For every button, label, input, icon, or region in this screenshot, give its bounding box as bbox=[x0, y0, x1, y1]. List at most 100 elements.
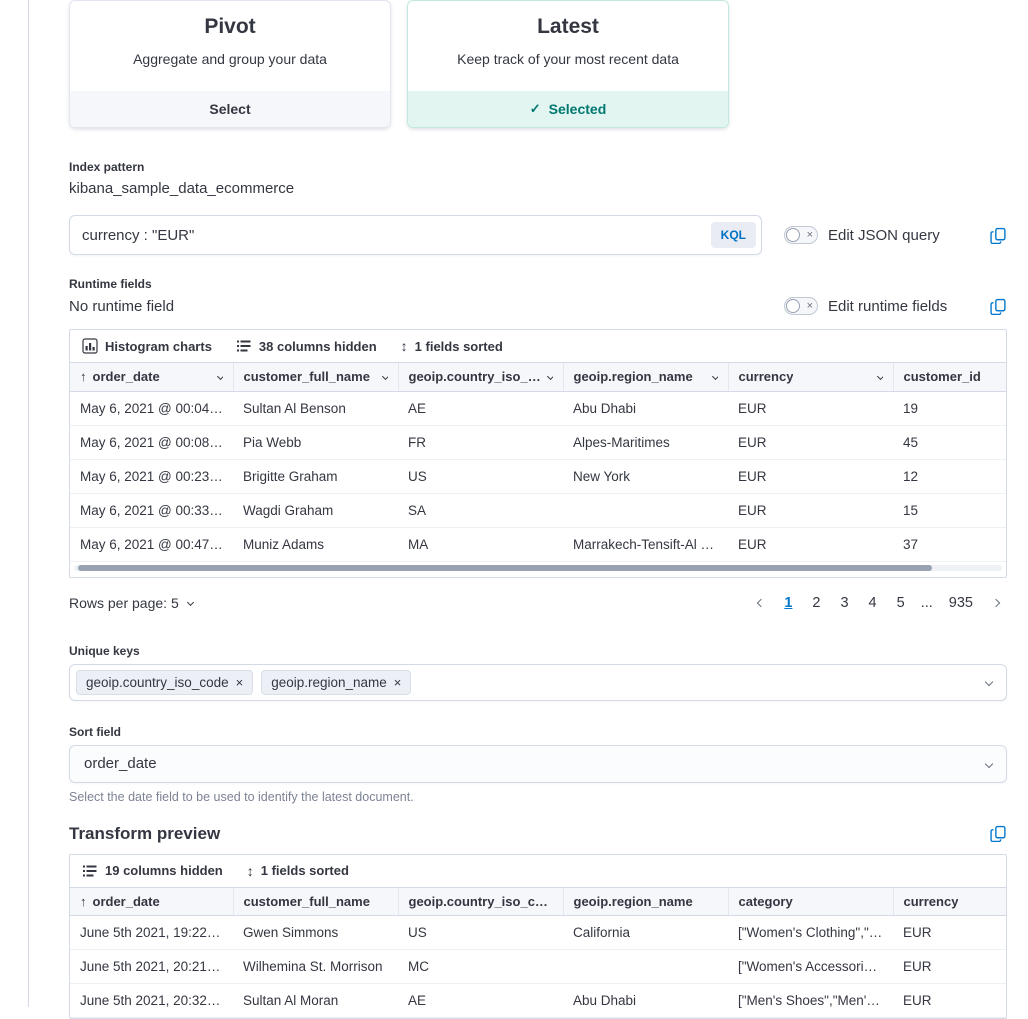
column-header-customer-id[interactable]: customer_id bbox=[893, 363, 1006, 391]
table-cell: June 5th 2021, 20:21:07 bbox=[70, 950, 233, 984]
column-menu-icon[interactable] bbox=[876, 373, 882, 380]
unique-key-pill[interactable]: geoip.country_iso_code × bbox=[76, 670, 253, 695]
toggle-off-icon: × bbox=[807, 299, 813, 313]
remove-icon[interactable]: × bbox=[394, 676, 402, 689]
table-cell: EUR bbox=[728, 527, 893, 561]
table-cell: May 6, 2021 @ 00:23:02... bbox=[70, 459, 233, 493]
column-header-order-date[interactable]: ↑order_date bbox=[70, 363, 233, 391]
pivot-card-title: Pivot bbox=[70, 15, 390, 39]
source-grid-toolbar: Histogram charts 38 columns hidden ↕ 1 f… bbox=[70, 330, 1006, 363]
histogram-charts-button[interactable]: Histogram charts bbox=[82, 338, 212, 354]
columns-hidden-button[interactable]: 38 columns hidden bbox=[236, 338, 377, 354]
source-grid-footer: Rows per page: 5 1 2 3 4 5 ... 935 bbox=[69, 592, 1007, 614]
table-cell: Marrakech-Tensift-Al Hao... bbox=[563, 527, 728, 561]
pagination-ellipsis: ... bbox=[917, 592, 937, 614]
table-cell: Wagdi Graham bbox=[233, 493, 398, 527]
page-number-2[interactable]: 2 bbox=[804, 592, 828, 614]
page-number-3[interactable]: 3 bbox=[832, 592, 856, 614]
columns-hidden-label: 19 columns hidden bbox=[105, 863, 223, 878]
sort-field-select[interactable]: order_date bbox=[69, 745, 1007, 783]
latest-selected-button[interactable]: ✓ Selected bbox=[408, 91, 728, 127]
column-menu-icon[interactable] bbox=[711, 373, 717, 380]
table-row: May 6, 2021 @ 00:33:07... Wagdi Graham S… bbox=[70, 493, 1006, 527]
sort-field-help-text: Select the date field to be used to iden… bbox=[69, 790, 1007, 804]
column-header-region-name[interactable]: geoip.region_name bbox=[563, 363, 728, 391]
copy-icon[interactable] bbox=[990, 227, 1007, 244]
column-header-region-name[interactable]: geoip.region_name bbox=[563, 888, 728, 916]
sort-field-value: order_date bbox=[84, 755, 157, 772]
edit-json-toggle-group: × Edit JSON query bbox=[784, 226, 940, 244]
column-header-order-date[interactable]: ↑order_date bbox=[70, 888, 233, 916]
columns-hidden-button[interactable]: 19 columns hidden bbox=[82, 863, 223, 879]
column-header-category[interactable]: category bbox=[728, 888, 893, 916]
scrollbar-track[interactable] bbox=[74, 565, 1002, 571]
table-cell: May 6, 2021 @ 00:47:31... bbox=[70, 527, 233, 561]
query-input[interactable]: currency : "EUR" KQL bbox=[69, 215, 762, 255]
sort-fields-icon: ↕ bbox=[247, 863, 254, 879]
histogram-icon bbox=[82, 338, 98, 354]
column-menu-icon[interactable] bbox=[216, 373, 222, 380]
sort-fields-icon: ↕ bbox=[401, 338, 408, 354]
pivot-select-label: Select bbox=[209, 101, 250, 117]
check-icon: ✓ bbox=[530, 101, 541, 117]
page-number-last[interactable]: 935 bbox=[941, 592, 981, 614]
table-row: May 6, 2021 @ 00:23:02... Brigitte Graha… bbox=[70, 459, 1006, 493]
table-cell: New York bbox=[563, 459, 728, 493]
table-cell: ["Women's Accessories","... bbox=[728, 950, 893, 984]
unique-keys-combobox[interactable]: geoip.country_iso_code × geoip.region_na… bbox=[69, 664, 1007, 701]
table-cell: 37 bbox=[893, 527, 1006, 561]
table-cell: AE bbox=[398, 391, 563, 425]
scrollbar-thumb[interactable] bbox=[78, 565, 932, 571]
column-header-customer-full-name[interactable]: customer_full_name bbox=[233, 888, 398, 916]
table-cell: Muniz Adams bbox=[233, 527, 398, 561]
table-cell: 15 bbox=[893, 493, 1006, 527]
kql-language-button[interactable]: KQL bbox=[711, 222, 756, 248]
chevron-down-icon[interactable] bbox=[985, 678, 993, 686]
column-header-currency[interactable]: currency bbox=[728, 363, 893, 391]
fields-sorted-button[interactable]: ↕ 1 fields sorted bbox=[247, 863, 349, 879]
table-cell: Gwen Simmons bbox=[233, 916, 398, 950]
table-cell: FR bbox=[398, 425, 563, 459]
table-cell: 19 bbox=[893, 391, 1006, 425]
table-row: May 6, 2021 @ 00:04:19... Sultan Al Bens… bbox=[70, 391, 1006, 425]
table-cell: May 6, 2021 @ 00:08:38... bbox=[70, 425, 233, 459]
columns-icon bbox=[82, 863, 98, 879]
column-header-country-iso-code[interactable]: geoip.country_iso_code bbox=[398, 888, 563, 916]
unique-key-pill[interactable]: geoip.region_name × bbox=[261, 670, 411, 695]
page-number-1[interactable]: 1 bbox=[776, 592, 800, 614]
remove-icon[interactable]: × bbox=[236, 676, 244, 689]
chevron-left-icon bbox=[757, 598, 765, 606]
edit-json-query-toggle[interactable]: × bbox=[784, 226, 818, 244]
table-cell: Brigitte Graham bbox=[233, 459, 398, 493]
table-cell: Pia Webb bbox=[233, 425, 398, 459]
unique-key-pill-label: geoip.region_name bbox=[271, 675, 387, 690]
page-number-5[interactable]: 5 bbox=[889, 592, 913, 614]
next-page-button[interactable] bbox=[985, 596, 1007, 610]
column-header-country-iso-code[interactable]: geoip.country_iso_co... bbox=[398, 363, 563, 391]
column-header-customer-full-name[interactable]: customer_full_name bbox=[233, 363, 398, 391]
pivot-card[interactable]: Pivot Aggregate and group your data Sele… bbox=[69, 0, 391, 128]
fields-sorted-button[interactable]: ↕ 1 fields sorted bbox=[401, 338, 503, 354]
table-row: June 5th 2021, 19:22:05 Gwen Simmons US … bbox=[70, 916, 1006, 950]
column-menu-icon[interactable] bbox=[546, 373, 552, 380]
fields-sorted-label: 1 fields sorted bbox=[415, 339, 503, 354]
unique-key-pill-label: geoip.country_iso_code bbox=[86, 675, 229, 690]
pagination: 1 2 3 4 5 ... 935 bbox=[750, 592, 1007, 614]
latest-card[interactable]: Latest Keep track of your most recent da… bbox=[407, 0, 729, 128]
transform-wizard-page: Pivot Aggregate and group your data Sele… bbox=[69, 0, 1007, 1019]
edit-runtime-fields-toggle[interactable]: × bbox=[784, 297, 818, 315]
sort-field-label: Sort field bbox=[69, 725, 1007, 739]
column-header-currency[interactable]: currency bbox=[893, 888, 1006, 916]
rows-per-page-button[interactable]: Rows per page: 5 bbox=[69, 595, 193, 611]
source-header-row: ↑order_date customer_full_name geoip.cou… bbox=[70, 363, 1006, 391]
pivot-select-button[interactable]: Select bbox=[70, 91, 390, 127]
copy-icon[interactable] bbox=[990, 825, 1007, 842]
previous-page-button[interactable] bbox=[750, 596, 772, 610]
horizontal-scrollbar[interactable] bbox=[70, 562, 1006, 577]
preview-table: ↑order_date customer_full_name geoip.cou… bbox=[70, 888, 1006, 1019]
table-cell: EUR bbox=[728, 425, 893, 459]
preview-grid-toolbar: 19 columns hidden ↕ 1 fields sorted bbox=[70, 855, 1006, 888]
page-number-4[interactable]: 4 bbox=[861, 592, 885, 614]
column-menu-icon[interactable] bbox=[381, 373, 387, 380]
copy-icon[interactable] bbox=[990, 298, 1007, 315]
